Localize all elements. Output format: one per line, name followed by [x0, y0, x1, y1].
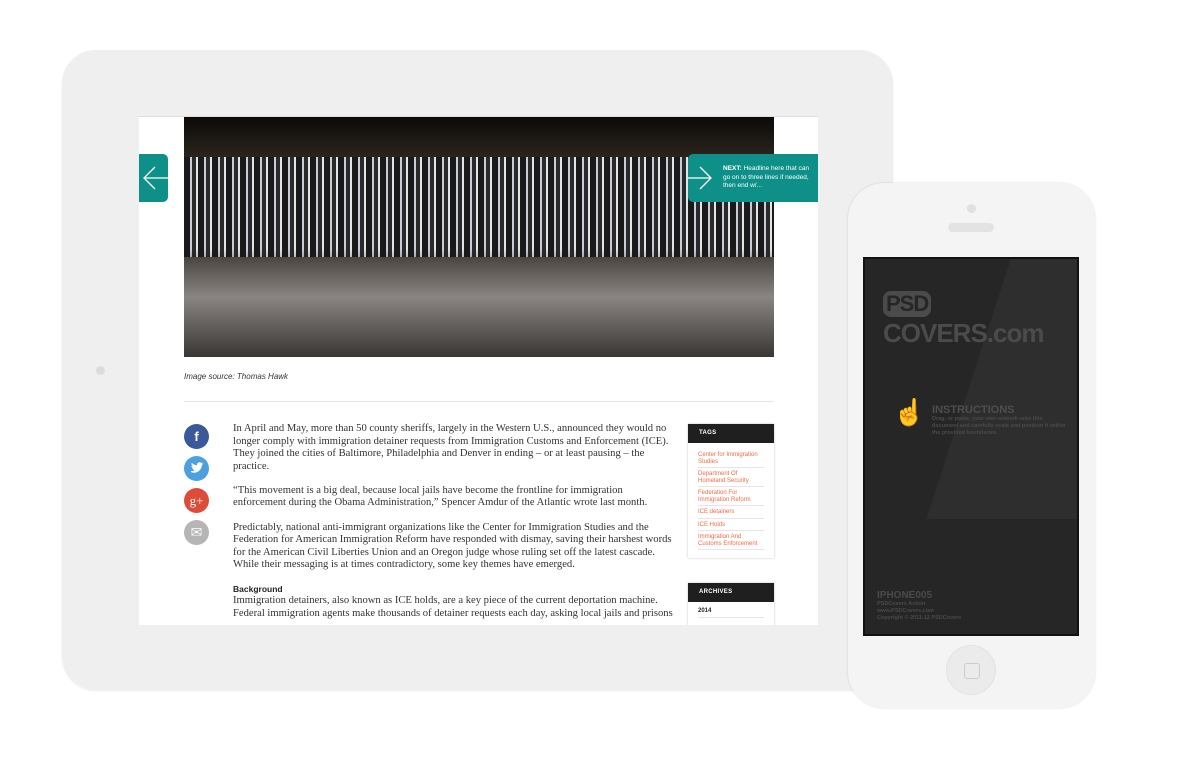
text-line: While their messaging is at times contra… [233, 559, 575, 571]
tablet-camera [96, 366, 105, 375]
phone-footer: IPHONE005 PSDCovers Action www.PSDCovers… [877, 590, 961, 622]
email-icon: ✉ [190, 524, 203, 540]
facebook-icon: f [194, 429, 199, 444]
previous-article-button[interactable] [139, 154, 168, 202]
paragraph: “This movement is a big deal, because lo… [233, 485, 678, 510]
arrow-right-icon [688, 166, 712, 190]
tags-title: TAGS [688, 424, 774, 443]
twitter-share-button[interactable] [184, 456, 209, 481]
tag-link[interactable]: ICE detainers [698, 506, 764, 519]
psdcovers-logo: PSDCOVERS.com [883, 287, 1077, 349]
image-caption: Image source: Thomas Hawk [184, 372, 289, 381]
footer-line: PSDCovers Action [877, 601, 926, 607]
archives-widget: ARCHIVES 2014 [688, 583, 774, 625]
footer-line: www.PSDCovers.com [877, 608, 934, 614]
instructions: INSTRUCTIONS Drag, or paste, your own ar… [932, 404, 1067, 437]
tags-widget: TAGS Center for Immigration Studies Depa… [688, 424, 774, 558]
text-line: enforcement during the Obama Administrat… [233, 497, 648, 509]
text-line: Immigration detainers, also known as ICE… [233, 595, 658, 607]
instructions-title: INSTRUCTIONS [932, 404, 1015, 416]
text-line: longer comply with immigration detainer … [233, 435, 669, 447]
tag-link[interactable]: Center for Immigration Studies [698, 449, 764, 468]
logo-text: COVERS.com [883, 318, 1044, 348]
footer-line: Copyright © 2011-12 PSDCovers [877, 615, 962, 621]
instructions-text: Drag, or paste, your own artwork onto th… [932, 416, 1066, 436]
text-line: practice. [233, 460, 270, 472]
text-line: They joined the cities of Baltimore, Phi… [233, 448, 645, 460]
divider [184, 401, 774, 402]
google-plus-icon: g+ [189, 493, 204, 508]
article-body: In April and May, more than 50 county sh… [233, 423, 678, 621]
google-plus-share-button[interactable]: g+ [184, 488, 209, 513]
hero-image-jail [184, 117, 774, 357]
facebook-share-button[interactable]: f [184, 424, 209, 449]
next-label: NEXT: [723, 165, 742, 172]
tag-link[interactable]: Department Of Homeland Security [698, 468, 764, 487]
next-article-button[interactable]: NEXT: Headline here that can go on to th… [688, 154, 818, 202]
subheading: Background [233, 584, 283, 595]
home-button[interactable] [946, 645, 996, 695]
text-line: Predictably, national anti-immigrant org… [233, 521, 649, 533]
tablet-screen: Image source: Thomas Hawk NEXT: Headline… [139, 116, 818, 625]
tag-link[interactable]: ICE Holds [698, 519, 764, 531]
paragraph: In April and May, more than 50 county sh… [233, 423, 678, 473]
logo-psd: PSD [883, 291, 932, 317]
email-share-button[interactable]: ✉ [184, 520, 209, 545]
tag-link[interactable]: Federation For Immigration Reform [698, 487, 764, 506]
text-line: Federal immigration agents make thousand… [233, 608, 673, 620]
text-line: Federation for American Immigration Refo… [233, 534, 672, 546]
phone-speaker [948, 223, 994, 232]
pointer-hand-icon: ☝ [893, 397, 926, 427]
archive-year-link[interactable]: 2014 [698, 602, 764, 618]
tag-link[interactable]: Immigration And Customs Enforcement [698, 531, 764, 550]
phone-screen: PSDCOVERS.com ☝ INSTRUCTIONS Drag, or pa… [863, 257, 1079, 636]
archives-title: ARCHIVES [688, 583, 774, 602]
phone-camera [967, 204, 976, 213]
twitter-icon [191, 462, 204, 473]
text-line: for the American Civil Liberties Union a… [233, 546, 655, 558]
phone-frame: PSDCOVERS.com ☝ INSTRUCTIONS Drag, or pa… [848, 183, 1095, 708]
arrow-left-icon [143, 166, 168, 190]
text-line: “This movement is a big deal, because lo… [233, 484, 623, 496]
model-label: IPHONE005 [877, 590, 933, 601]
text-line: In April and May, more than 50 county sh… [233, 423, 667, 434]
paragraph: Predictably, national anti-immigrant org… [233, 522, 678, 572]
